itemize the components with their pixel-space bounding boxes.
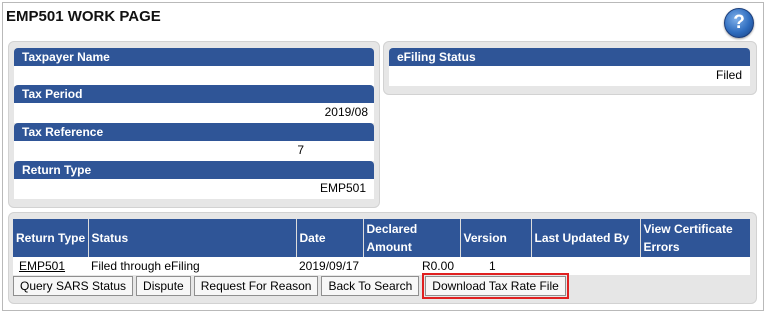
col-header-version: Version	[460, 219, 532, 257]
query-sars-status-button[interactable]: Query SARS Status	[13, 276, 134, 296]
request-for-reason-button[interactable]: Request For Reason	[193, 276, 319, 296]
download-highlight-box: Download Tax Rate File	[422, 273, 569, 299]
back-to-search-button[interactable]: Back To Search	[321, 276, 420, 296]
return-type-label: Return Type	[14, 161, 374, 179]
taxpayer-name-label: Taxpayer Name	[14, 48, 374, 66]
returns-table: Return Type Status Date Declared Amount …	[13, 219, 750, 275]
help-icon[interactable]: ?	[724, 8, 754, 38]
tax-period-value: 2019/08	[14, 103, 374, 123]
tax-period-label: Tax Period	[14, 85, 374, 103]
tax-reference-label: Tax Reference	[14, 123, 374, 141]
action-buttons: Query SARS Status Dispute Request For Re…	[13, 273, 569, 299]
cell-status: Filed through eFiling	[88, 257, 296, 275]
col-header-date: Date	[296, 219, 364, 257]
efiling-status-label: eFiling Status	[389, 48, 750, 66]
tax-reference-value: 7	[14, 141, 374, 161]
returns-table-header: Return Type Status Date Declared Amount …	[13, 219, 750, 257]
cell-view-certificate-errors[interactable]	[640, 257, 750, 275]
cell-date: 2019/09/17	[296, 257, 363, 275]
taxpayer-name-value	[14, 66, 374, 86]
col-header-return-type: Return Type	[13, 219, 89, 257]
return-type-value: EMP501	[14, 179, 374, 199]
col-header-declared-amount: Declared Amount	[363, 219, 461, 257]
dispute-button[interactable]: Dispute	[136, 276, 191, 296]
col-header-view-certificate-errors: View Certificate Errors	[640, 219, 750, 257]
download-tax-rate-file-button[interactable]: Download Tax Rate File	[425, 276, 566, 296]
return-type-link[interactable]: EMP501	[19, 259, 65, 273]
col-header-last-updated-by: Last Updated By	[531, 219, 641, 257]
table-row: EMP501 Filed through eFiling 2019/09/17 …	[13, 257, 750, 275]
page-title: EMP501 WORK PAGE	[6, 8, 161, 25]
efiling-status-value: Filed	[389, 66, 750, 86]
col-header-status: Status	[88, 219, 297, 257]
